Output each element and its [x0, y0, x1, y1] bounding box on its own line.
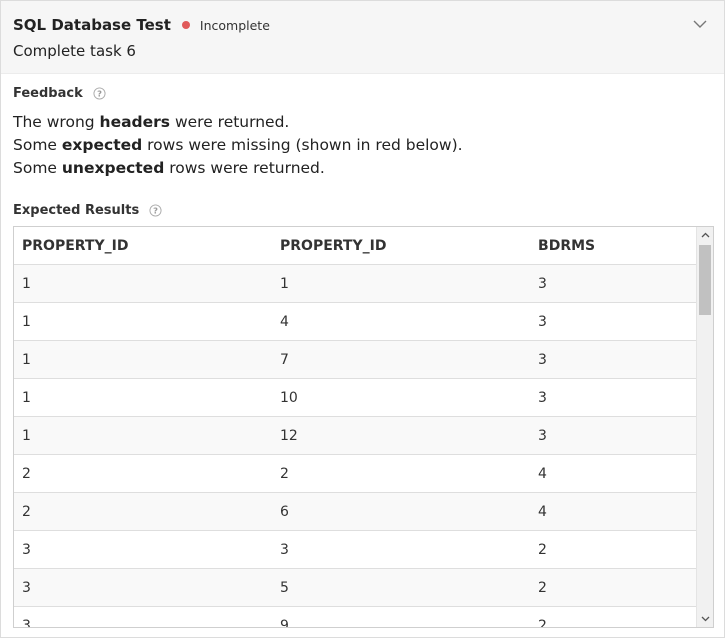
feedback-label: Feedback: [13, 86, 83, 101]
table-cell: 2: [530, 568, 697, 607]
status-dot: [181, 21, 190, 29]
table-cell: 12: [272, 416, 531, 455]
task-subtitle: Complete task 6: [13, 42, 136, 60]
table-row: 352: [14, 568, 697, 607]
task-title: SQL Database Test: [13, 16, 171, 34]
table-row: 1 10 3: [14, 378, 697, 417]
feedback-messages: The wrong headers were returned. Some ex…: [13, 111, 463, 180]
table-cell: 3: [530, 264, 697, 303]
table-row: 332: [14, 530, 697, 569]
task-header[interactable]: SQL Database Test Incomplete Complete ta…: [1, 1, 724, 74]
table-cell: 1: [14, 340, 273, 379]
feedback-line: Some expected rows were missing (shown i…: [13, 136, 463, 154]
feedback-line: The wrong headers were returned.: [13, 113, 290, 131]
feedback-line: Some unexpected rows were returned.: [13, 159, 325, 177]
scrollbar-thumb[interactable]: [699, 245, 711, 315]
table-cell: 6: [272, 492, 531, 531]
help-icon[interactable]: ?: [149, 204, 162, 217]
table-cell: 3: [530, 302, 697, 341]
status-badge: Incomplete: [199, 17, 270, 33]
table-cell: 3: [14, 606, 273, 627]
table-cell: 4: [530, 454, 697, 493]
table-cell: 3: [14, 530, 273, 569]
help-icon[interactable]: ?: [93, 87, 106, 100]
table-cell: 2: [530, 530, 697, 569]
table-cell: 5: [272, 568, 531, 607]
column-header: PROPERTY_ID: [272, 227, 531, 265]
table-row: 1 12 3: [14, 416, 697, 455]
expected-results-table[interactable]: PROPERTY_ID PROPERTY_ID BDRMS 1131431731…: [13, 226, 714, 628]
table-cell: 4: [530, 492, 697, 531]
table-cell: 2: [14, 454, 273, 493]
table-cell: 2: [14, 492, 273, 531]
scroll-down-arrow-icon[interactable]: [697, 611, 713, 627]
task-card: SQL Database Test Incomplete Complete ta…: [0, 0, 725, 638]
table-cell: 3: [530, 378, 697, 417]
table-row: 113: [14, 264, 697, 303]
table-cell: 9: [272, 606, 531, 627]
title-row: SQL Database Test Incomplete: [13, 15, 270, 35]
table-cell: 1: [14, 264, 273, 303]
table-cell: 10: [272, 378, 531, 417]
table-row: 392: [14, 606, 697, 627]
table-cell: 3: [530, 416, 697, 455]
table-cell: 3: [530, 340, 697, 379]
column-header: BDRMS: [530, 227, 697, 265]
table-cell: 2: [272, 454, 531, 493]
expected-results-label: Expected Results: [13, 203, 140, 218]
table-cell: 1: [272, 264, 531, 303]
svg-text:?: ?: [153, 205, 158, 215]
table-cell: 4: [272, 302, 531, 341]
table-cell: 1: [14, 378, 273, 417]
table-cell: 1: [14, 416, 273, 455]
vertical-scrollbar[interactable]: [696, 227, 713, 627]
chevron-down-icon[interactable]: [692, 16, 708, 32]
table-cell: 7: [272, 340, 531, 379]
table-cell: 3: [272, 530, 531, 569]
feedback-label-row: Feedback ?: [13, 86, 106, 101]
table-row: 264: [14, 492, 697, 531]
expected-results-label-row: Expected Results ?: [13, 203, 162, 218]
scroll-up-arrow-icon[interactable]: [697, 227, 713, 243]
table-row: 224: [14, 454, 697, 493]
table-cell: 1: [14, 302, 273, 341]
table-header-row: PROPERTY_ID PROPERTY_ID BDRMS: [14, 227, 697, 265]
table-row: 173: [14, 340, 697, 379]
table-cell: 3: [14, 568, 273, 607]
column-header: PROPERTY_ID: [14, 227, 273, 265]
table-cell: 2: [530, 606, 697, 627]
svg-text:?: ?: [97, 88, 102, 98]
table-row: 143: [14, 302, 697, 341]
